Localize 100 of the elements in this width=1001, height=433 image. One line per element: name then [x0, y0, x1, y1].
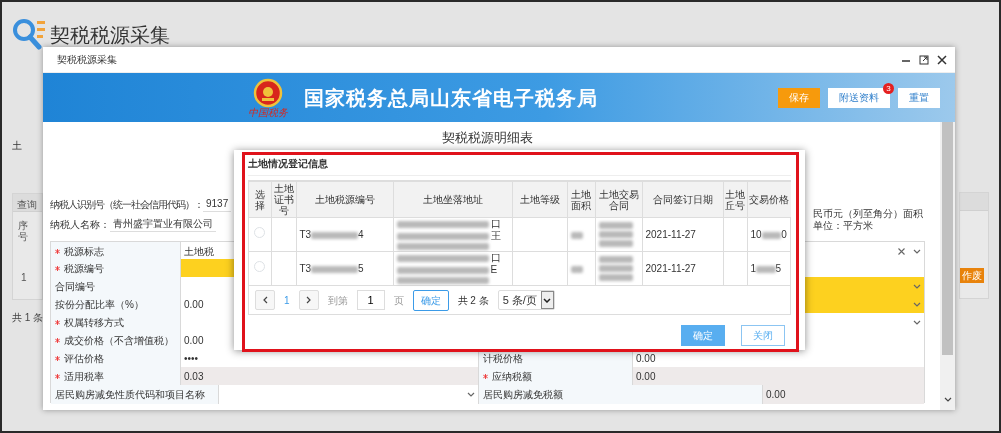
field-value: 0.00	[636, 370, 656, 384]
field-value: 0.00	[636, 352, 656, 366]
table-cell-text: 口	[490, 219, 501, 229]
field-label: 纳税人识别号（统一社会信用代码）：	[50, 197, 203, 212]
redacted-block	[311, 231, 358, 239]
field-value: ••••	[184, 352, 198, 366]
field-label: 成交价格（不含增值税）	[64, 334, 174, 348]
count-badge: 3	[883, 82, 894, 94]
select-value: 5 条/页	[502, 292, 537, 308]
field-label: 税源编号	[64, 262, 104, 276]
table-cell-text: T3	[299, 229, 312, 240]
redacted-block	[598, 256, 633, 263]
close-button[interactable]: 关闭	[741, 325, 785, 346]
column-header: 土地等级	[512, 181, 567, 218]
field-value: 0.03	[184, 370, 204, 384]
required-icon	[55, 320, 60, 325]
required-icon	[55, 374, 60, 379]
taxpayer-name-field: 青州盛宇置业有限公司	[110, 216, 216, 232]
emblem-icon	[253, 77, 283, 108]
toolbar-button[interactable]: 重置	[898, 87, 940, 108]
field-value: 0.00	[184, 298, 204, 312]
field-label: 适用税率	[64, 370, 104, 384]
maximize-icon[interactable]	[919, 54, 929, 65]
redacted-block	[598, 222, 633, 229]
table-cell: 2021-11-27	[642, 217, 723, 252]
required-icon	[55, 249, 60, 254]
search-list-icon	[12, 18, 46, 50]
select-field[interactable]	[219, 385, 479, 404]
page-unit-label: 页	[393, 293, 404, 308]
radio-button[interactable]	[254, 261, 266, 272]
units-note: 民币元（列至角分）面积单位：平方米	[813, 208, 924, 231]
table-cell-text: 王	[490, 231, 501, 241]
field-label: 居民购房减免税额	[483, 388, 563, 402]
column-header: 土地税源编号	[296, 181, 393, 218]
field-label: 权属转移方式	[64, 316, 124, 330]
field-label: 按份分配比率（%）	[55, 298, 144, 312]
chevron-down-icon[interactable]	[943, 397, 952, 402]
required-icon	[55, 356, 60, 361]
input-field[interactable]: 0.00	[763, 385, 924, 404]
page-input[interactable]: 1	[356, 290, 385, 310]
confirm-button[interactable]: 确定	[681, 325, 725, 346]
logo-caption: 中国税务	[248, 107, 288, 118]
redacted-block	[570, 231, 584, 239]
field-value: 土地税	[184, 245, 214, 259]
redacted-block	[761, 231, 782, 239]
total-count: 共 2 条	[457, 293, 489, 308]
column-header: 土地交易合同	[595, 181, 642, 218]
field-value: 0.00	[766, 388, 786, 402]
chevron-right-icon	[306, 296, 312, 304]
table-cell-text: 口	[490, 253, 501, 263]
goto-label: 到第	[327, 293, 348, 308]
redacted-block	[311, 265, 358, 273]
table-cell-text: 1	[750, 263, 757, 274]
page-title: 契税税源采集	[50, 23, 170, 48]
table-cell-text: 10	[750, 229, 762, 240]
scrollbar[interactable]	[940, 122, 955, 410]
field-label: 纳税人名称：	[50, 217, 110, 232]
field-label: 居民购房减免性质代码和项目名称	[55, 388, 205, 402]
required-icon	[483, 374, 488, 379]
field-label: 应纳税额	[492, 370, 532, 384]
redacted-block	[598, 231, 633, 238]
table-cell-text: T3	[299, 263, 312, 274]
table-cell-text: 5	[357, 263, 364, 274]
column-header: 交易价格	[747, 181, 791, 218]
page-link[interactable]: 1	[284, 292, 290, 308]
column-header: 土地坐落地址	[393, 181, 512, 218]
table-cell-text: 1	[21, 271, 28, 285]
table-cell-text: E	[490, 265, 498, 275]
table-title: 查询	[13, 194, 42, 212]
chevron-down-icon[interactable]	[543, 297, 552, 303]
void-button[interactable]: 作废	[960, 268, 984, 283]
field-label: 税源标志	[64, 245, 104, 259]
column-header: 土地证书号	[271, 181, 296, 218]
table-cell-text: 0	[781, 229, 787, 240]
field-value: 0.00	[184, 334, 204, 348]
required-icon	[55, 338, 60, 343]
field-label: 计税价格	[483, 352, 523, 366]
chevron-left-icon	[262, 296, 268, 304]
form-title: 契税税源明细表	[441, 129, 534, 146]
column-header: 选择	[249, 181, 271, 218]
go-button[interactable]: 确定	[412, 289, 449, 311]
column-header: 土地丘号	[723, 181, 747, 218]
redacted-block	[756, 265, 776, 273]
redacted-block	[570, 265, 584, 273]
scrollbar-thumb[interactable]	[942, 122, 953, 355]
column-header: 序号	[18, 220, 28, 242]
section-label: 土	[12, 139, 23, 153]
field-label: 评估价格	[64, 352, 104, 366]
table-cell-text: 4	[357, 229, 364, 240]
close-icon[interactable]	[937, 54, 947, 65]
taxpayer-id-field: 9137	[203, 196, 232, 212]
redacted-block	[598, 274, 633, 281]
page-size-select[interactable]: 5 条/页	[497, 290, 555, 310]
redacted-block	[598, 240, 633, 247]
radio-button[interactable]	[254, 227, 266, 238]
field-label: 合同编号	[55, 280, 95, 294]
column-header: 土地面积	[567, 181, 595, 218]
window-title: 契税税源采集	[57, 53, 117, 67]
clear-icon[interactable]	[898, 248, 905, 255]
column-header: 合同签订日期	[642, 181, 723, 218]
